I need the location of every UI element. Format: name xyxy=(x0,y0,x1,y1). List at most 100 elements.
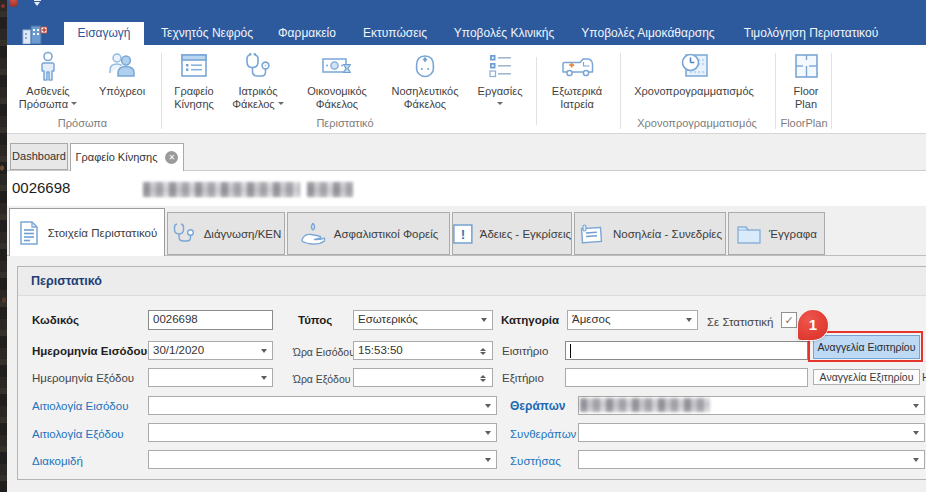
section-tab-stoixeia-peristatikou[interactable]: Στοιχεία Περιστατικού xyxy=(9,208,165,256)
application-icon[interactable] xyxy=(22,25,47,44)
chevron-down-icon xyxy=(913,404,919,411)
kodikos-label: Κωδικός xyxy=(32,313,79,327)
exitirio-label: Εξιτήριο xyxy=(502,371,544,385)
record-code: 0026698 xyxy=(12,179,70,196)
schedule-icon xyxy=(619,47,769,85)
ribbon-group-label-xronoprogrammatismos: Χρονοπρογραμματισμός xyxy=(622,117,772,130)
ambulance-icon xyxy=(537,47,617,85)
ribbon-button-ypoxreoi[interactable]: Υπόχρεοι xyxy=(82,47,162,117)
document-tab-bar: Dashboard Γραφείο Κίνησης ✕ xyxy=(7,134,926,171)
exitirio-input[interactable] xyxy=(565,368,808,387)
chevron-down-icon xyxy=(913,458,919,465)
annotation-badge: 1 xyxy=(798,310,828,340)
section-tab-adeies-egkriseis[interactable]: ! Άδειες - Εγκρίσεις xyxy=(452,212,572,255)
katigoria-combobox[interactable]: Άμεσος xyxy=(567,310,698,330)
typos-combobox[interactable]: Εσωτερικός xyxy=(353,310,493,330)
ribbon-button-iatrikos-fakelos[interactable]: ΙατρικόςΦάκελος xyxy=(218,47,298,117)
quick-access-chevron-icon[interactable] xyxy=(33,0,42,7)
ora-exodou-spinner[interactable] xyxy=(353,368,493,387)
desktop-background xyxy=(0,0,7,492)
stethoscope-icon xyxy=(218,47,298,85)
section-tab-diagnosi-ken[interactable]: Διάγνωση/ΚΕΝ xyxy=(167,212,285,255)
spinner-arrows-icon[interactable] xyxy=(480,372,487,385)
aitiologia-exodou-combobox[interactable] xyxy=(148,423,497,442)
patient-icon xyxy=(8,47,88,85)
ribbon-tab-ektyposeis[interactable]: Εκτυπώσεις xyxy=(354,22,436,45)
persons-icon xyxy=(82,47,162,85)
ribbon-button-xronoprogrammatismos[interactable]: Χρονοπρογραμματισμός xyxy=(619,47,769,117)
ribbon-button-exoterika-iatreia[interactable]: ΕξωτερικάΙατρεία xyxy=(537,47,617,117)
alert-icon: ! xyxy=(453,221,473,247)
ribbon-button-astheneis-prosopa[interactable]: ΑσθενείςΠρόσωπα xyxy=(8,47,88,117)
spinner-arrows-icon[interactable] xyxy=(480,345,487,358)
se-statistiki-checkbox[interactable]: ✓ xyxy=(781,312,797,328)
section-tab-nosileia-synedries[interactable]: Νοσηλεία - Συνεδρίες xyxy=(574,212,726,255)
systisas-label[interactable]: Συστήσας xyxy=(510,454,561,468)
ribbon-tab-farmakeio[interactable]: Φαρμακείο xyxy=(266,22,348,45)
section-tab-asfalistikoi-foreis[interactable]: Ασφαλιστικοί Φορείς xyxy=(287,212,450,255)
chevron-down-icon xyxy=(485,404,491,411)
therapon-label[interactable]: Θεράπων xyxy=(510,399,566,413)
aitiologia-exodou-label[interactable]: Αιτιολογία Εξόδου xyxy=(32,427,124,441)
ora-exodou-label: Ώρα Εξόδου xyxy=(293,372,351,386)
syntherapon-label[interactable]: Συνθεράπων xyxy=(510,427,576,441)
ribbon-tab-ypovoles-klinikis[interactable]: Υποβολές Κλινικής xyxy=(444,22,564,45)
dropdown-arrow-icon xyxy=(497,102,503,108)
text-cursor xyxy=(570,344,571,358)
ribbon-button-ergasies[interactable]: Εργασίες xyxy=(463,47,537,117)
folder-icon xyxy=(736,221,762,247)
chevron-down-icon xyxy=(261,376,267,383)
systisas-combobox[interactable] xyxy=(578,450,925,469)
record-header: 0026698 xyxy=(7,171,926,206)
censored-patient-name xyxy=(307,182,353,197)
dropdown-arrow-icon xyxy=(278,102,284,108)
svg-text:!: ! xyxy=(461,227,465,242)
ribbon-tab-texnitos-nefros[interactable]: Τεχνητός Νεφρός xyxy=(152,22,262,45)
document-icon xyxy=(17,220,41,246)
ribbon-tab-eisagogi[interactable]: Εισαγωγή xyxy=(64,22,144,45)
censored-therapon-value xyxy=(580,398,710,412)
stethoscope-icon xyxy=(171,221,197,247)
close-tab-icon[interactable]: ✕ xyxy=(165,151,178,164)
cutoff-text: Η xyxy=(922,371,926,383)
eisitirio-label: Εισιτήριο xyxy=(502,344,548,358)
se-statistiki-label: Σε Στατιστική xyxy=(707,315,773,329)
ribbon: ΑσθενείςΠρόσωπα Υπόχρεοι ΓραφείοΚίνησης xyxy=(7,45,926,134)
syntherapon-combobox[interactable] xyxy=(578,423,925,442)
groupbox-header xyxy=(18,267,926,296)
typos-label: Τύπος xyxy=(298,313,332,327)
anaggelia-exitiriou-button[interactable]: Αναγγελία Εξιτηρίου xyxy=(813,369,920,385)
imerominia-eisodou-datepicker[interactable]: 30/1/2020 xyxy=(148,341,273,360)
aitiologia-eisodou-label[interactable]: Αιτιολογία Εισόδου xyxy=(32,399,128,413)
ribbon-button-oikonomikos-fakelos[interactable]: ΟικονομικόςΦάκελος xyxy=(289,47,385,117)
aitiologia-eisodou-combobox[interactable] xyxy=(148,396,497,415)
ribbon-button-nosileftikos-fakelos[interactable]: ΝοσηλευτικόςΦάκελος xyxy=(373,47,477,117)
app-logo-icon xyxy=(9,0,18,7)
note-icon xyxy=(578,221,606,247)
kodikos-input[interactable]: 0026698 xyxy=(148,310,273,330)
chevron-down-icon xyxy=(481,318,487,325)
ribbon-tab-timologisi[interactable]: Τιμολόγηση Περιστατικού xyxy=(732,22,890,45)
section-tab-eggrafa[interactable]: Έγγραφα xyxy=(728,212,825,255)
chevron-down-icon xyxy=(261,349,267,356)
ribbon-tab-ypovoles-aimokatharsis[interactable]: Υποβολές Αιμοκάθαρσης xyxy=(570,22,726,45)
tasks-icon xyxy=(463,47,537,85)
ora-eisodou-label: Ώρα Εισόδου xyxy=(293,345,355,359)
annotation-highlight-rect xyxy=(808,331,923,362)
katigoria-label: Κατηγορία xyxy=(501,313,559,327)
nurse-icon xyxy=(373,47,477,85)
money-icon xyxy=(289,47,385,85)
diakomidi-combobox[interactable] xyxy=(148,450,497,469)
document-tab-dashboard[interactable]: Dashboard xyxy=(10,143,68,170)
imerominia-eisodou-label: Ημερομηνία Εισόδου xyxy=(32,344,147,358)
ribbon-group-label-prosopa: Πρόσωπα xyxy=(20,117,145,130)
ora-eisodou-spinner[interactable]: 15:53:50 xyxy=(353,341,493,360)
chevron-down-icon xyxy=(485,431,491,438)
document-tab-grafeio-kinisis[interactable]: Γραφείο Κίνησης ✕ xyxy=(70,143,184,171)
ribbon-button-floor-plan[interactable]: FloorPlan xyxy=(776,47,836,117)
ribbon-group-label-peristatiko: Περιστατικό xyxy=(280,117,410,130)
eisitirio-input[interactable] xyxy=(565,341,808,360)
censored-patient-name xyxy=(143,182,300,197)
diakomidi-label[interactable]: Διακομιδή xyxy=(32,454,83,468)
imerominia-exodou-datepicker[interactable] xyxy=(148,368,273,387)
